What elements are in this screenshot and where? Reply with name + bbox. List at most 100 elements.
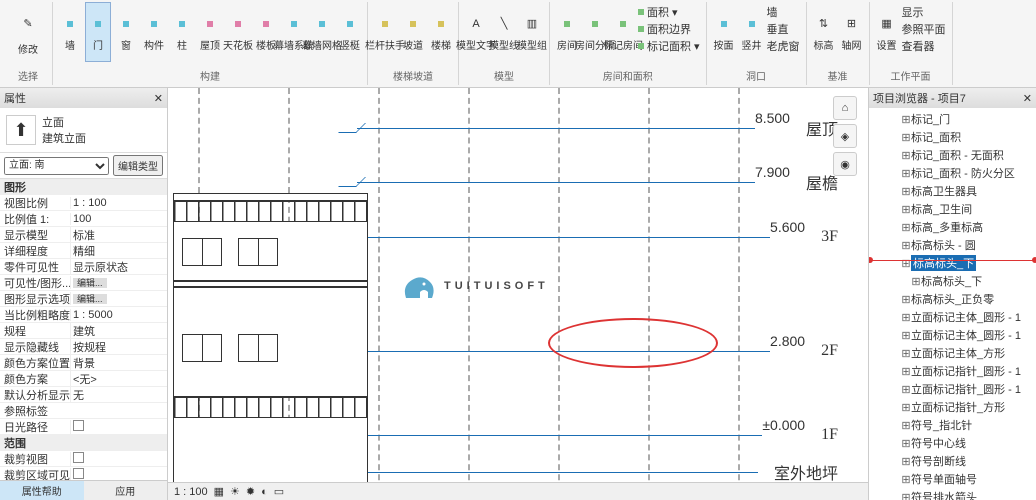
expand-icon[interactable]: ⊞ — [911, 275, 921, 288]
expand-icon[interactable]: ⊞ — [901, 311, 911, 324]
property-value[interactable]: 精细 — [70, 243, 167, 259]
tree-node[interactable]: ⊞标高标头_下 — [871, 254, 1034, 272]
property-value[interactable]: 无 — [70, 387, 167, 403]
property-row[interactable]: 裁剪区域可见 — [0, 467, 167, 480]
property-value[interactable] — [70, 468, 167, 481]
expand-icon[interactable]: ⊞ — [901, 419, 911, 432]
wp-show-link[interactable]: 显示 — [902, 4, 946, 20]
ramp-button[interactable]: 坡道 — [400, 2, 426, 62]
window-button[interactable]: 窗 — [113, 2, 139, 62]
property-row[interactable]: 颜色方案<无> — [0, 371, 167, 387]
room-button[interactable]: 房间 — [554, 2, 580, 62]
properties-help[interactable]: 属性帮助 — [0, 481, 84, 500]
home-icon[interactable]: ⌂ — [833, 96, 857, 120]
tag-area-link[interactable]: 标记面积 ▾ — [638, 38, 700, 54]
level-line[interactable]: 5.6003F — [343, 228, 838, 246]
property-value[interactable]: 编辑... — [70, 292, 167, 305]
property-row[interactable]: 规程建筑 — [0, 323, 167, 339]
property-row[interactable]: 显示模型标准 — [0, 227, 167, 243]
tree-node[interactable]: ⊞立面标记指针_圆形 - 1 — [871, 362, 1034, 380]
roof-button[interactable]: 屋顶 — [197, 2, 223, 62]
opening-dormer-link[interactable]: 老虎窗 — [767, 38, 800, 54]
expand-icon[interactable]: ⊞ — [901, 185, 911, 198]
tree-node[interactable]: ⊞符号剖断线 — [871, 452, 1034, 470]
property-row[interactable]: 视图比例1 : 100 — [0, 195, 167, 211]
model-group-button[interactable]: ▥模型组 — [519, 2, 545, 62]
stair-button[interactable]: 楼梯 — [428, 2, 454, 62]
property-value[interactable] — [70, 452, 167, 466]
expand-icon[interactable]: ⊞ — [901, 473, 911, 486]
property-value[interactable]: 100 — [70, 213, 167, 225]
property-value[interactable]: 显示原状态 — [70, 259, 167, 275]
tree-node[interactable]: ⊞标高卫生器具 — [871, 182, 1034, 200]
property-value[interactable]: 按规程 — [70, 339, 167, 355]
expand-icon[interactable]: ⊞ — [901, 131, 911, 144]
opening-wall-link[interactable]: 墙 — [767, 4, 800, 20]
apply-button[interactable]: 应用 — [84, 481, 168, 500]
type-selector[interactable]: ⬆ 立面建筑立面 — [0, 108, 167, 153]
tree-node[interactable]: ⊞立面标记指针_方形 — [871, 398, 1034, 416]
tree-node[interactable]: ⊞立面标记指针_圆形 - 1 — [871, 380, 1034, 398]
tree-node[interactable]: ⊞立面标记主体_圆形 - 1 — [871, 308, 1034, 326]
tree-node[interactable]: ⊞标高标头_下 — [871, 272, 1034, 290]
mullion-button[interactable]: 竖梃 — [337, 2, 363, 62]
tree-node[interactable]: ⊞标高_多重标高 — [871, 218, 1034, 236]
property-row[interactable]: 图形 — [0, 179, 167, 195]
expand-icon[interactable]: ⊞ — [901, 203, 911, 216]
property-row[interactable]: 裁剪视图 — [0, 451, 167, 467]
sunpath-icon[interactable]: ✹ — [246, 485, 255, 498]
modify-button[interactable]: ✎修改 — [8, 2, 48, 62]
crop-icon[interactable]: ▭ — [274, 485, 284, 498]
tree-node[interactable]: ⊞符号单面轴号 — [871, 470, 1034, 488]
level-line[interactable]: 7.900屋檐 — [343, 170, 838, 194]
component-button[interactable]: 构件 — [141, 2, 167, 62]
property-value[interactable]: 编辑... — [70, 276, 167, 289]
expand-icon[interactable]: ⊞ — [901, 401, 911, 414]
tag-room-button[interactable]: 标记房间 — [610, 2, 636, 62]
expand-icon[interactable]: ⊞ — [901, 239, 911, 252]
wp-refplane-link[interactable]: 参照平面 — [902, 21, 946, 37]
tree-node[interactable]: ⊞标记_面积 — [871, 128, 1034, 146]
properties-grid[interactable]: 图形视图比例1 : 100比例值 1:100显示模型标准详细程度精细零件可见性显… — [0, 179, 167, 480]
close-icon[interactable]: ✕ — [154, 92, 163, 105]
tree-node[interactable]: ⊞标高标头_正负零 — [871, 290, 1034, 308]
tree-node[interactable]: ⊞标记_面积 - 无面积 — [871, 146, 1034, 164]
property-row[interactable]: 当比例粗略度..1 : 5000 — [0, 307, 167, 323]
property-value[interactable] — [70, 420, 167, 434]
property-value[interactable]: 标准 — [70, 227, 167, 243]
level-line[interactable]: 8.500屋顶 — [343, 116, 838, 140]
curtain-system-button[interactable]: 幕墙系统 — [281, 2, 307, 62]
property-row[interactable]: 零件可见性显示原状态 — [0, 259, 167, 275]
model-text-button[interactable]: A模型文字 — [463, 2, 489, 62]
nav-wheel-icon[interactable]: ◉ — [833, 152, 857, 176]
shadows-icon[interactable]: ◐ — [261, 486, 268, 498]
expand-icon[interactable]: ⊞ — [901, 149, 911, 162]
shaft-button[interactable]: 竖井 — [739, 2, 765, 62]
area-bdy-link[interactable]: 面积边界 — [638, 21, 700, 37]
room-sep-button[interactable]: 房间分隔 — [582, 2, 608, 62]
tree-node[interactable]: ⊞立面标记主体_圆形 - 1 — [871, 326, 1034, 344]
property-row[interactable]: 颜色方案位置背景 — [0, 355, 167, 371]
tree-node[interactable]: ⊞符号_指北针 — [871, 416, 1034, 434]
property-row[interactable]: 图形显示选项编辑... — [0, 291, 167, 307]
curtain-grid-button[interactable]: 幕墙网格 — [309, 2, 335, 62]
byface-button[interactable]: 按面 — [711, 2, 737, 62]
property-value[interactable]: <无> — [70, 371, 167, 387]
expand-icon[interactable]: ⊞ — [901, 329, 911, 342]
level-button[interactable]: ⇅标高 — [811, 2, 837, 62]
railing-button[interactable]: 栏杆扶手 — [372, 2, 398, 62]
property-value[interactable]: 背景 — [70, 355, 167, 371]
opening-vertical-link[interactable]: 垂直 — [767, 21, 800, 37]
model-line-button[interactable]: ╲模型线 — [491, 2, 517, 62]
floor-button[interactable]: 楼板 — [253, 2, 279, 62]
tree-node[interactable]: ⊞立面标记主体_方形 — [871, 344, 1034, 362]
property-row[interactable]: 日光路径 — [0, 419, 167, 435]
area-link[interactable]: 面积 ▾ — [638, 4, 700, 20]
close-icon[interactable]: ✕ — [1023, 92, 1032, 105]
wall-button[interactable]: 墙 — [57, 2, 83, 62]
edit-type-button[interactable]: 编辑类型 — [113, 155, 163, 176]
level-line[interactable]: ±0.0001F — [343, 426, 838, 444]
visual-style-icon[interactable]: ☀ — [230, 485, 240, 498]
expand-icon[interactable]: ⊞ — [901, 455, 911, 468]
property-row[interactable]: 比例值 1:100 — [0, 211, 167, 227]
